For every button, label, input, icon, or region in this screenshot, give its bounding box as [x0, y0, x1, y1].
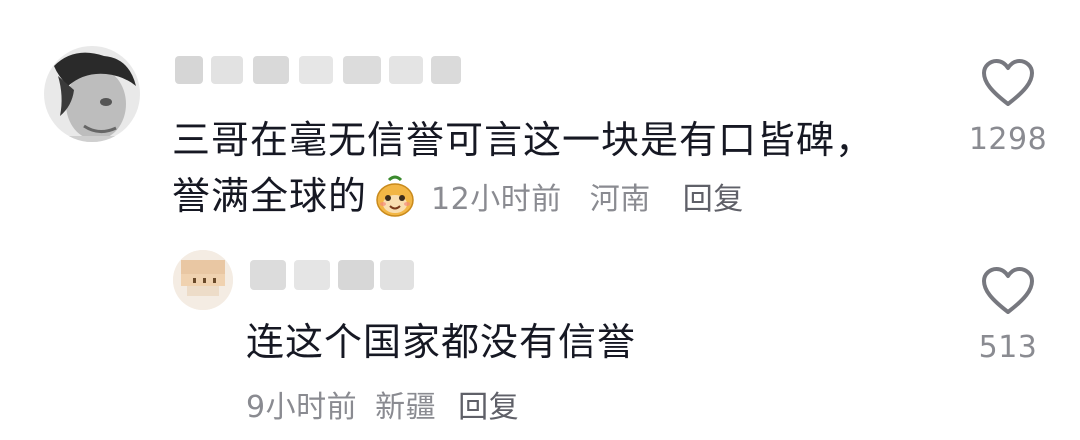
comment-1-time: 12小时前: [431, 182, 562, 217]
comment-2-like[interactable]: 513: [968, 266, 1048, 365]
comment-1-like-count: 1298: [968, 122, 1048, 157]
comment-2-reply-button[interactable]: 回复: [458, 382, 519, 426]
avatar-photo: [44, 46, 140, 142]
comment-1-username-blurred[interactable]: [175, 48, 465, 90]
comment-2-meta: 9小时前 新疆 回复: [246, 380, 537, 428]
heart-outline-icon[interactable]: [968, 266, 1048, 316]
comment-1-meta: 12小时前 河南 回复: [431, 174, 762, 218]
heart-outline-icon[interactable]: [968, 58, 1048, 108]
comment-1-reply-button[interactable]: 回复: [683, 182, 744, 217]
comment-1-like[interactable]: 1298: [968, 58, 1048, 157]
comment-1-text-line1: 三哥在毫无信誉可言这一块是有口皆碑，: [172, 118, 875, 162]
happy-bean-emoji-icon: [373, 174, 417, 218]
comment-2-username-blurred[interactable]: [250, 250, 420, 298]
comment-2-text: 连这个国家都没有信誉: [246, 320, 637, 364]
comment-2-avatar[interactable]: [173, 250, 233, 310]
comment-1-location: 河南: [589, 182, 651, 217]
comment-1-text-line2: 誉满全球的: [172, 174, 368, 218]
comment-1-line2: 誉满全球的 12小时前 河南 回复: [172, 168, 762, 224]
comment-2-like-count: 513: [978, 330, 1038, 365]
comment-1-avatar[interactable]: [44, 46, 140, 142]
avatar-photo: [173, 250, 233, 310]
comment-2-location: 新疆: [375, 390, 437, 425]
comment-2-time: 9小时前: [246, 390, 358, 425]
